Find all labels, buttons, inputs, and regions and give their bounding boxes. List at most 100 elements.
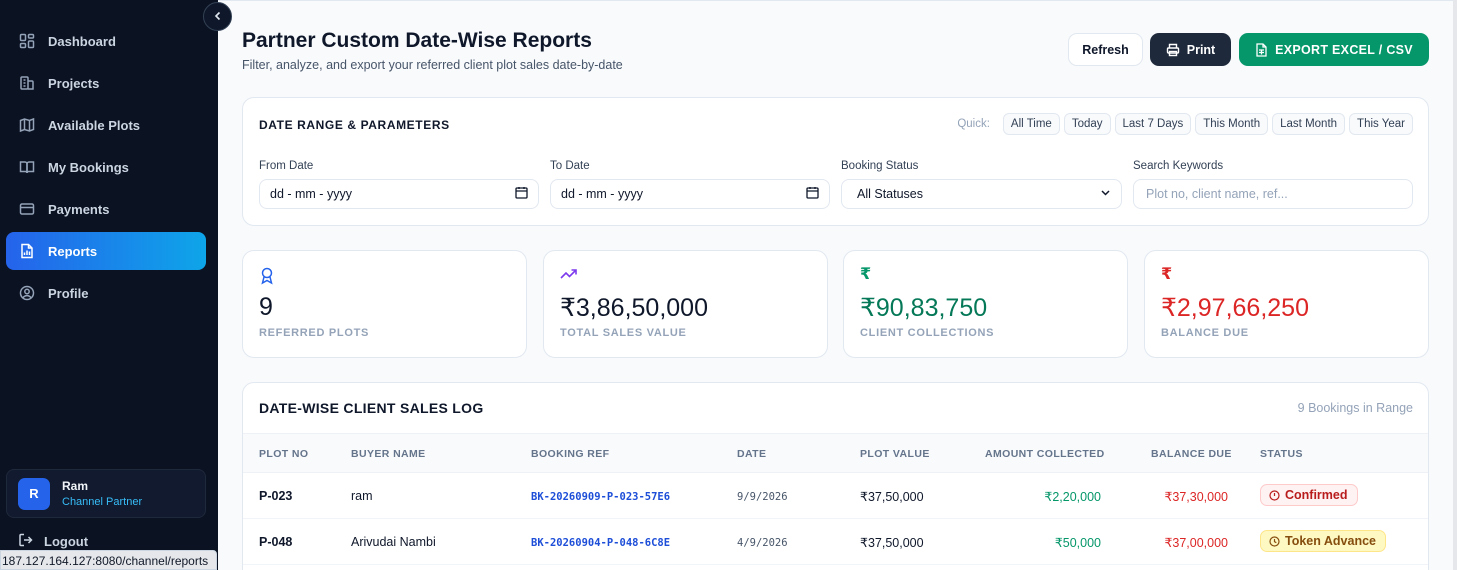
- column-header[interactable]: BUYER NAME: [351, 448, 426, 460]
- stat-card-referred-plots: 9 REFERRED PLOTS: [242, 250, 527, 358]
- from-date-label: From Date: [259, 160, 314, 172]
- page-title: Partner Custom Date-Wise Reports: [242, 29, 592, 52]
- column-header[interactable]: BOOKING REF: [531, 448, 610, 460]
- from-date-input[interactable]: dd - mm - yyyy: [259, 179, 539, 209]
- stat-value: ₹2,97,66,250: [1161, 294, 1309, 322]
- cell-plot-no: P-048: [259, 535, 293, 549]
- status-badge: Token Advance: [1260, 530, 1386, 552]
- status-text: Token Advance: [1285, 534, 1376, 548]
- sidebar-item-my-bookings[interactable]: My Bookings: [6, 148, 206, 186]
- chevron-left-icon: [213, 8, 223, 26]
- sidebar-item-label: Available Plots: [48, 117, 140, 133]
- table-row[interactable]: P-048 Arivudai Nambi BK-20260904-P-048-6…: [243, 519, 1428, 565]
- filter-panel-title: DATE RANGE & PARAMETERS: [259, 118, 450, 132]
- column-header[interactable]: STATUS: [1260, 448, 1303, 460]
- column-header[interactable]: PLOT NO: [259, 448, 308, 460]
- stat-label: CLIENT COLLECTIONS: [860, 327, 995, 339]
- quick-last-7-days[interactable]: Last 7 Days: [1114, 113, 1192, 135]
- dashboard-icon: [18, 32, 36, 50]
- status-badge: Confirmed: [1260, 484, 1358, 506]
- file-spreadsheet-icon: [1255, 42, 1268, 57]
- status-text: Confirmed: [1285, 488, 1348, 502]
- chevron-down-icon: [1100, 187, 1111, 201]
- column-header[interactable]: DATE: [737, 448, 766, 460]
- quick-range-group: Quick: All Time Today Last 7 Days This M…: [957, 113, 1413, 135]
- cell-buyer-name: Arivudai Nambi: [351, 535, 436, 549]
- page-subtitle: Filter, analyze, and export your referre…: [242, 58, 623, 72]
- sidebar-item-label: Reports: [48, 243, 98, 259]
- search-input[interactable]: Plot no, client name, ref...: [1133, 179, 1413, 209]
- sidebar: Dashboard Projects Available Plots My Bo…: [0, 0, 218, 570]
- sidebar-nav: Dashboard Projects Available Plots My Bo…: [6, 22, 206, 316]
- booking-status-label: Booking Status: [841, 160, 919, 172]
- table-title: DATE-WISE CLIENT SALES LOG: [259, 400, 484, 416]
- alert-circle-icon: [1269, 489, 1280, 501]
- logout-button[interactable]: Logout: [18, 532, 88, 551]
- stat-label: TOTAL SALES VALUE: [560, 327, 687, 339]
- column-header[interactable]: BALANCE DUE: [1151, 448, 1232, 460]
- table-row[interactable]: P-023 ram BK-20260909-P-023-57E6 9/9/202…: [243, 473, 1428, 519]
- sidebar-item-label: Dashboard: [48, 33, 116, 49]
- quick-this-year[interactable]: This Year: [1349, 113, 1413, 135]
- cell-date: 4/9/2026: [737, 537, 788, 549]
- stat-card-total-sales: ₹3,86,50,000 TOTAL SALES VALUE: [543, 250, 828, 358]
- sidebar-item-label: My Bookings: [48, 159, 129, 175]
- user-role: Channel Partner: [62, 496, 143, 508]
- trending-up-icon: [560, 267, 578, 286]
- rupee-icon: ₹: [1161, 266, 1173, 283]
- page-scrollbar[interactable]: [1453, 0, 1457, 570]
- column-header[interactable]: PLOT VALUE: [860, 448, 930, 460]
- cell-plot-value: ₹37,50,000: [860, 490, 924, 504]
- filter-panel: DATE RANGE & PARAMETERS Quick: All Time …: [242, 97, 1429, 226]
- cell-plot-no: P-023: [259, 489, 293, 503]
- cell-amount-collected: ₹50,000: [1054, 536, 1101, 550]
- user-card[interactable]: R Ram Channel Partner: [6, 469, 206, 518]
- quick-this-month[interactable]: This Month: [1195, 113, 1269, 135]
- cell-balance-due: ₹37,00,000: [1164, 536, 1228, 550]
- column-header[interactable]: AMOUNT COLLECTED: [985, 448, 1105, 460]
- refresh-button[interactable]: Refresh: [1068, 33, 1143, 66]
- user-circle-icon: [18, 284, 36, 302]
- cell-amount-collected: ₹2,20,000: [1044, 490, 1101, 504]
- sidebar-item-reports[interactable]: Reports: [6, 232, 206, 270]
- to-date-value: dd - mm - yyyy: [561, 187, 643, 201]
- map-icon: [18, 116, 36, 134]
- quick-all-time[interactable]: All Time: [1002, 113, 1060, 135]
- logout-icon: [18, 532, 34, 551]
- user-name: Ram: [62, 479, 89, 493]
- sidebar-item-dashboard[interactable]: Dashboard: [6, 22, 206, 60]
- stat-label: REFERRED PLOTS: [259, 327, 370, 339]
- sidebar-item-payments[interactable]: Payments: [6, 190, 206, 228]
- cell-balance-due: ₹37,30,000: [1164, 490, 1228, 504]
- quick-label: Quick:: [957, 118, 990, 130]
- search-placeholder: Plot no, client name, ref...: [1146, 187, 1288, 201]
- cell-booking-ref[interactable]: BK-20260904-P-048-6C8E: [531, 537, 670, 549]
- stat-card-client-collections: ₹ ₹90,83,750 CLIENT COLLECTIONS: [843, 250, 1128, 358]
- cell-booking-ref[interactable]: BK-20260909-P-023-57E6: [531, 491, 670, 503]
- building-icon: [18, 74, 36, 92]
- quick-last-month[interactable]: Last Month: [1272, 113, 1346, 135]
- quick-today[interactable]: Today: [1063, 113, 1111, 135]
- to-date-input[interactable]: dd - mm - yyyy: [550, 179, 830, 209]
- sidebar-item-projects[interactable]: Projects: [6, 64, 206, 102]
- cell-plot-value: ₹37,50,000: [860, 536, 924, 550]
- sales-log-table: DATE-WISE CLIENT SALES LOG 9 Bookings in…: [242, 382, 1429, 570]
- stat-label: BALANCE DUE: [1161, 327, 1249, 339]
- table-header: PLOT NO BUYER NAME BOOKING REF DATE PLOT…: [243, 433, 1428, 473]
- logout-label: Logout: [44, 534, 89, 549]
- print-button[interactable]: Print: [1150, 33, 1231, 66]
- sidebar-collapse-button[interactable]: [203, 2, 232, 31]
- export-label: EXPORT EXCEL / CSV: [1275, 42, 1413, 57]
- booking-status-select[interactable]: All Statuses: [841, 179, 1122, 209]
- print-label: Print: [1186, 42, 1216, 57]
- export-excel-button[interactable]: EXPORT EXCEL / CSV: [1239, 33, 1429, 66]
- stat-value: ₹3,86,50,000: [560, 294, 708, 322]
- stat-value: 9: [259, 293, 273, 321]
- sidebar-item-label: Projects: [48, 75, 100, 91]
- from-date-value: dd - mm - yyyy: [270, 187, 352, 201]
- sidebar-item-available-plots[interactable]: Available Plots: [6, 106, 206, 144]
- clock-icon: [1269, 535, 1280, 547]
- sidebar-item-profile[interactable]: Profile: [6, 274, 206, 312]
- avatar: R: [18, 477, 50, 510]
- award-icon: [259, 267, 275, 290]
